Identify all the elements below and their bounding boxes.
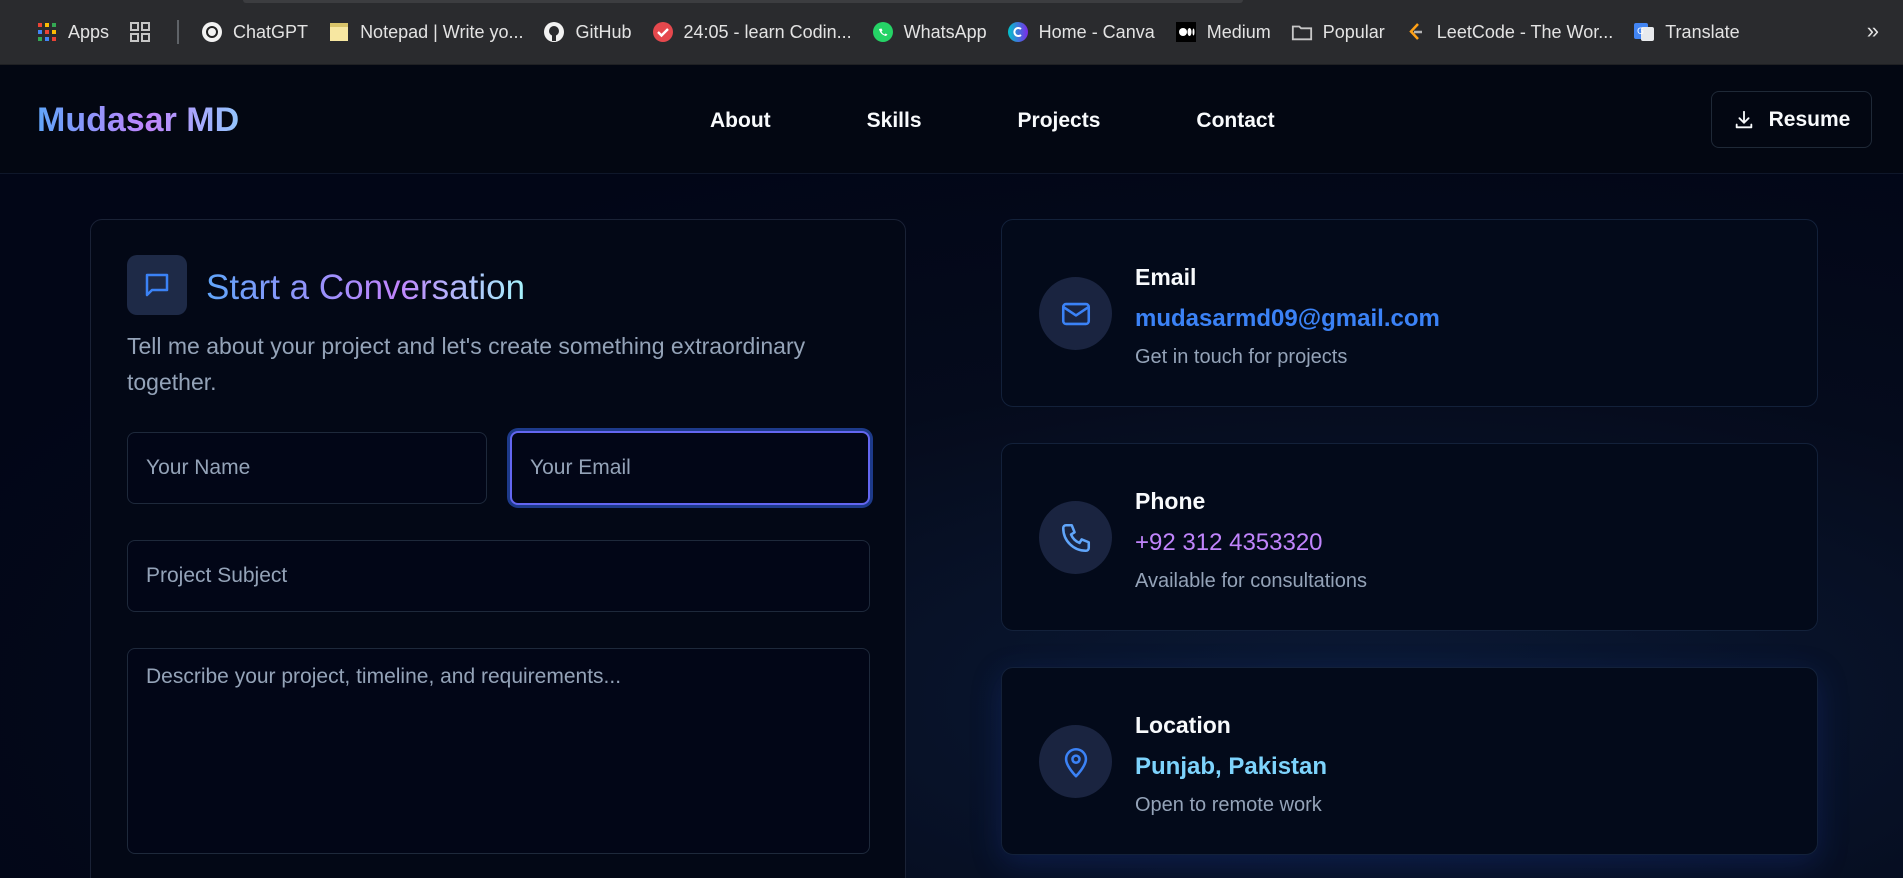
bookmark-label: Popular xyxy=(1322,21,1385,42)
bookmark-label: Apps xyxy=(68,21,110,42)
resume-label: Resume xyxy=(1768,107,1851,131)
resume-download-button[interactable]: Resume xyxy=(1711,91,1872,148)
site-logo[interactable]: Mudasar MD xyxy=(37,101,239,140)
bookmark-whatsapp[interactable]: WhatsApp xyxy=(862,12,997,52)
form-subtitle: Tell me about your project and let's cre… xyxy=(127,333,806,395)
bookmark-grid[interactable] xyxy=(119,12,171,52)
bookmark-label: Medium xyxy=(1206,21,1271,42)
message-textarea[interactable] xyxy=(127,648,870,854)
bookmark-learn-coding[interactable]: 24:05 - learn Codin... xyxy=(642,12,862,52)
email-label: Email xyxy=(1135,264,1197,290)
location-note: Open to remote work xyxy=(1135,794,1322,816)
notepad-icon xyxy=(328,21,350,43)
contact-form-card: Start a Conversation Tell me about your … xyxy=(90,219,906,878)
main-nav: About Skills Projects Contact xyxy=(710,109,1371,133)
location-label: Location xyxy=(1135,712,1231,738)
subject-input[interactable] xyxy=(127,540,870,612)
bookmark-translate[interactable]: G Translate xyxy=(1623,12,1749,52)
contact-section: Start a Conversation Tell me about your … xyxy=(0,174,1903,878)
whatsapp-icon xyxy=(872,21,894,43)
bookmark-notepad[interactable]: Notepad | Write yo... xyxy=(318,12,533,52)
bookmark-separator xyxy=(177,20,180,44)
bookmark-label: ChatGPT xyxy=(233,21,309,42)
phone-icon xyxy=(1039,501,1112,574)
folder-icon xyxy=(1291,21,1313,43)
nav-link-projects[interactable]: Projects xyxy=(1018,109,1101,133)
bookmark-canva[interactable]: Home - Canva xyxy=(997,12,1165,52)
chat-bubble-icon xyxy=(127,255,187,315)
bookmark-label: GitHub xyxy=(575,21,632,42)
github-icon xyxy=(543,21,565,43)
bookmark-label: 24:05 - learn Codin... xyxy=(683,21,852,42)
nav-link-skills[interactable]: Skills xyxy=(867,109,922,133)
phone-label: Phone xyxy=(1135,488,1206,514)
name-input[interactable] xyxy=(127,432,487,504)
download-icon xyxy=(1735,110,1752,128)
phone-card: Phone +92 312 4353320 Available for cons… xyxy=(1001,443,1818,631)
grid-icon xyxy=(129,21,151,43)
check-icon xyxy=(652,21,674,43)
apps-grid-icon xyxy=(36,21,58,43)
email-input[interactable] xyxy=(510,431,870,505)
bookmark-label: Home - Canva xyxy=(1038,21,1155,42)
form-title: Start a Conversation xyxy=(206,268,526,307)
map-pin-icon xyxy=(1039,725,1112,798)
nav-link-about[interactable]: About xyxy=(710,109,771,133)
bookmark-medium[interactable]: Medium xyxy=(1165,12,1281,52)
location-card: Location Punjab, Pakistan Open to remote… xyxy=(1001,667,1818,855)
medium-icon xyxy=(1175,21,1197,43)
canva-icon xyxy=(1007,21,1029,43)
nav-link-contact[interactable]: Contact xyxy=(1196,109,1274,133)
phone-link[interactable]: +92 312 4353320 xyxy=(1135,529,1323,557)
bookmark-label: WhatsApp xyxy=(903,21,987,42)
tab-strip-edge xyxy=(243,0,1243,3)
phone-note: Available for consultations xyxy=(1135,570,1367,592)
bookmark-popular[interactable]: Popular xyxy=(1281,12,1395,52)
bookmark-leetcode[interactable]: LeetCode - The Wor... xyxy=(1395,12,1623,52)
mail-icon xyxy=(1039,277,1112,350)
bookmark-label: Translate xyxy=(1665,21,1740,42)
email-note: Get in touch for projects xyxy=(1135,346,1348,368)
svg-text:G: G xyxy=(1637,27,1644,37)
location-value: Punjab, Pakistan xyxy=(1135,753,1328,780)
chatgpt-icon xyxy=(201,21,223,43)
email-card: Email mudasarmd09@gmail.com Get in touch… xyxy=(1001,219,1818,407)
bookmark-github[interactable]: GitHub xyxy=(533,12,641,52)
translate-icon: G xyxy=(1633,21,1655,43)
bookmark-label: Notepad | Write yo... xyxy=(360,21,524,42)
more-bookmarks-button[interactable]: » xyxy=(1867,18,1879,44)
site-header: Mudasar MD About Skills Projects Contact… xyxy=(0,65,1903,174)
bookmark-chatgpt[interactable]: ChatGPT xyxy=(191,12,318,52)
bookmarks-bar: Apps ChatGPT Notepad | Write yo... GitHu… xyxy=(0,0,1903,65)
leetcode-icon xyxy=(1405,21,1427,43)
email-link[interactable]: mudasarmd09@gmail.com xyxy=(1135,305,1440,333)
bookmark-apps[interactable]: Apps xyxy=(26,12,119,52)
bookmark-label: LeetCode - The Wor... xyxy=(1436,21,1614,42)
